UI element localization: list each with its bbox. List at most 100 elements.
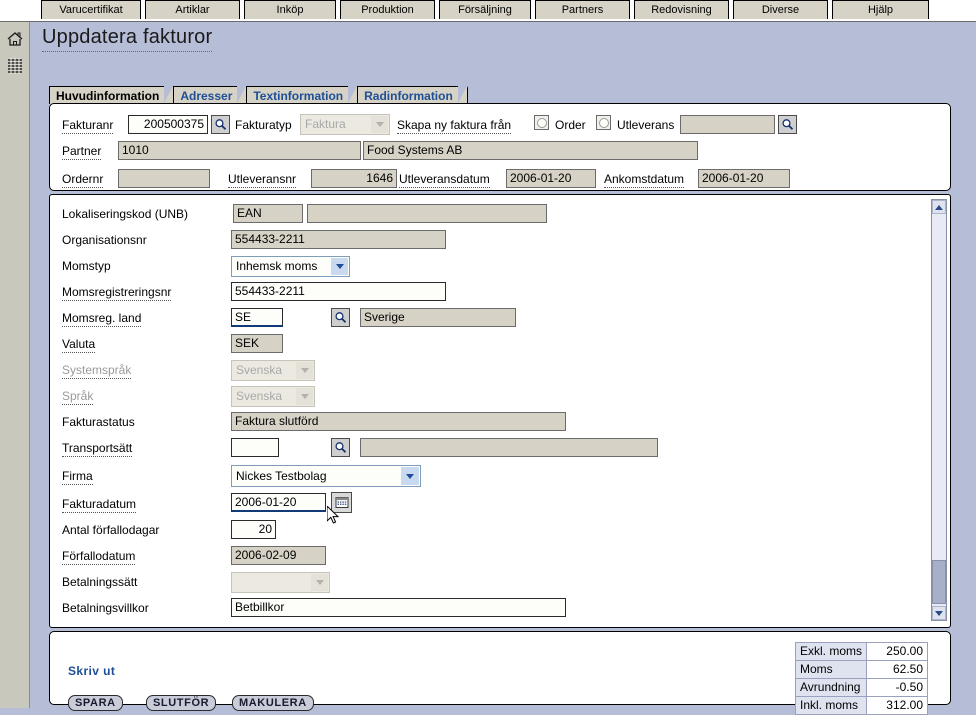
nav-item-partners[interactable]: Partners: [535, 0, 630, 19]
label-ankomstdatum[interactable]: Ankomstdatum: [604, 172, 685, 188]
nav-item-inkop[interactable]: Inköp: [244, 0, 336, 19]
momstyp-select[interactable]: Inhemsk moms: [231, 256, 350, 277]
table-row: Exkl. moms 250.00: [794, 642, 928, 661]
chevron-down-icon: [296, 362, 313, 379]
fakturatyp-select: Faktura: [300, 114, 390, 135]
calendar-icon[interactable]: [331, 492, 352, 513]
partner-name-field: Food Systems AB: [363, 141, 698, 160]
betalningsvillkor-input[interactable]: Betbillkor: [231, 598, 566, 617]
scrollbar-thumb[interactable]: [932, 560, 946, 604]
transportsatt-search-icon[interactable]: [331, 438, 350, 457]
transportsatt-input[interactable]: [231, 438, 279, 457]
label-utleveransnr[interactable]: Utleveransnr: [228, 172, 297, 188]
finalize-button[interactable]: SLUTFÖR: [146, 695, 217, 711]
label-momsreg-land[interactable]: Momsreg. land: [62, 311, 142, 327]
label-fakturastatus: Fakturastatus: [62, 415, 135, 429]
label-antal-forfallodagar: Antal förfallodagar: [62, 523, 160, 537]
table-row: Moms 62.50: [794, 660, 928, 679]
cancel-invoice-button[interactable]: MAKULERA: [232, 695, 314, 711]
scroll-up-icon[interactable]: [932, 200, 946, 214]
top-navigation-bar: Varucertifikat Artiklar Inköp Produktion…: [0, 0, 976, 22]
total-label-avrundning: Avrundning: [794, 678, 868, 697]
tab-huvudinformation[interactable]: Huvudinformation: [49, 86, 175, 105]
scroll-down-icon[interactable]: [932, 606, 946, 620]
momsreg-land-search-icon[interactable]: [331, 308, 350, 327]
total-label-moms: Moms: [794, 660, 868, 679]
cancel-invoice-button-label: MAKULERA: [239, 697, 307, 709]
list-icon[interactable]: [5, 58, 25, 76]
print-link[interactable]: Skriv ut: [68, 664, 115, 678]
nav-item-hjalp[interactable]: Hjälp: [832, 0, 929, 19]
invoice-header-panel: Fakturanr 200500375 Fakturatyp Faktura S…: [49, 103, 951, 191]
table-row: Inkl. moms 312.00: [794, 696, 928, 715]
chevron-down-icon: [331, 258, 348, 275]
nav-item-label: Försäljning: [458, 4, 512, 16]
momstyp-value: Inhemsk moms: [236, 259, 318, 273]
sprak-value: Svenska: [236, 389, 283, 403]
nav-item-label: Diverse: [761, 4, 800, 16]
totals-table: Exkl. moms 250.00 Moms 62.50 Avrundning …: [794, 642, 928, 715]
nav-item-diverse[interactable]: Diverse: [733, 0, 828, 19]
nav-item-produktion[interactable]: Produktion: [340, 0, 435, 19]
firma-select[interactable]: Nickes Testbolag: [231, 465, 421, 487]
nav-item-label: Varucertifikat: [59, 4, 123, 16]
nav-item-label: Inköp: [276, 4, 304, 16]
label-valuta[interactable]: Valuta: [62, 337, 96, 353]
ankomstdatum-field: 2006-01-20: [698, 169, 790, 188]
table-row: Avrundning -0.50: [794, 678, 928, 697]
utleveransdatum-field: 2006-01-20: [506, 169, 596, 188]
label-skapa-ny-faktura-fran[interactable]: Skapa ny faktura från: [397, 118, 512, 134]
label-betalningsvillkor: Betalningsvillkor: [62, 601, 149, 615]
save-button[interactable]: SPARA: [68, 695, 123, 711]
nav-item-label: Partners: [561, 4, 604, 16]
fakturanr-input[interactable]: 200500375: [128, 115, 208, 134]
nav-item-redovisning[interactable]: Redovisning: [634, 0, 729, 19]
radio-order[interactable]: [534, 115, 549, 130]
label-momstyp: Momstyp: [62, 259, 111, 273]
total-label-exkl-moms: Exkl. moms: [794, 642, 868, 661]
utleverans-input[interactable]: [680, 115, 775, 134]
tab-textinformation[interactable]: Textinformation: [246, 86, 358, 105]
label-order: Order: [555, 118, 586, 132]
label-fakturadatum[interactable]: Fakturadatum: [62, 497, 137, 513]
systemsprak-select: Svenska: [231, 360, 315, 381]
sprak-select: Svenska: [231, 386, 315, 407]
label-systemsprak: Systemspråk: [62, 363, 132, 379]
nav-item-label: Hjälp: [867, 4, 894, 16]
label-fakturanr[interactable]: Fakturanr: [62, 118, 114, 134]
detail-panel-scrollbar[interactable]: [931, 199, 947, 621]
label-forfallodatum[interactable]: Förfallodatum: [62, 549, 136, 565]
label-fakturatyp: Fakturatyp: [235, 118, 292, 132]
total-value-exkl-moms: 250.00: [866, 642, 928, 661]
nav-item-varucertifikat[interactable]: Varucertifikat: [41, 0, 141, 19]
momsreg-land-input[interactable]: SE: [231, 308, 283, 327]
utleverans-search-icon[interactable]: [778, 115, 797, 134]
label-firma[interactable]: Firma: [62, 469, 93, 485]
fakturadatum-input[interactable]: 2006-01-20: [231, 493, 326, 512]
nav-item-forsaljning[interactable]: Försäljning: [439, 0, 531, 19]
fakturanr-search-icon[interactable]: [211, 115, 230, 134]
nav-item-label: Redovisning: [651, 4, 712, 16]
total-value-avrundning: -0.50: [866, 678, 928, 697]
label-sprak: Språk: [62, 389, 94, 405]
form-tab-bar: Huvudinformation Adresser Textinformatio…: [49, 86, 468, 105]
label-partner[interactable]: Partner: [62, 144, 102, 160]
label-momsregistreringsnr[interactable]: Momsregistreringsnr: [62, 285, 172, 301]
nav-item-artiklar[interactable]: Artiklar: [145, 0, 240, 19]
radio-utleverans[interactable]: [596, 115, 611, 130]
tab-adresser[interactable]: Adresser: [173, 86, 248, 105]
chevron-down-icon: [371, 116, 388, 133]
label-ordernr[interactable]: Ordernr: [62, 172, 104, 188]
antal-forfallodagar-input[interactable]: 20: [231, 520, 276, 539]
finalize-button-label: SLUTFÖR: [153, 697, 210, 709]
momsregistreringsnr-input[interactable]: 554433-2211: [231, 282, 446, 301]
home-icon[interactable]: [5, 30, 25, 48]
tab-radinformation[interactable]: Radinformation: [357, 86, 468, 105]
ordernr-input[interactable]: [118, 169, 210, 188]
chevron-down-icon: [401, 467, 419, 485]
label-utleveransdatum[interactable]: Utleveransdatum: [399, 172, 490, 188]
firma-value: Nickes Testbolag: [236, 469, 327, 483]
page-title: Uppdatera fakturor: [42, 26, 213, 52]
partner-input[interactable]: 1010: [118, 141, 361, 160]
label-transportsatt[interactable]: Transportsätt: [62, 441, 133, 457]
